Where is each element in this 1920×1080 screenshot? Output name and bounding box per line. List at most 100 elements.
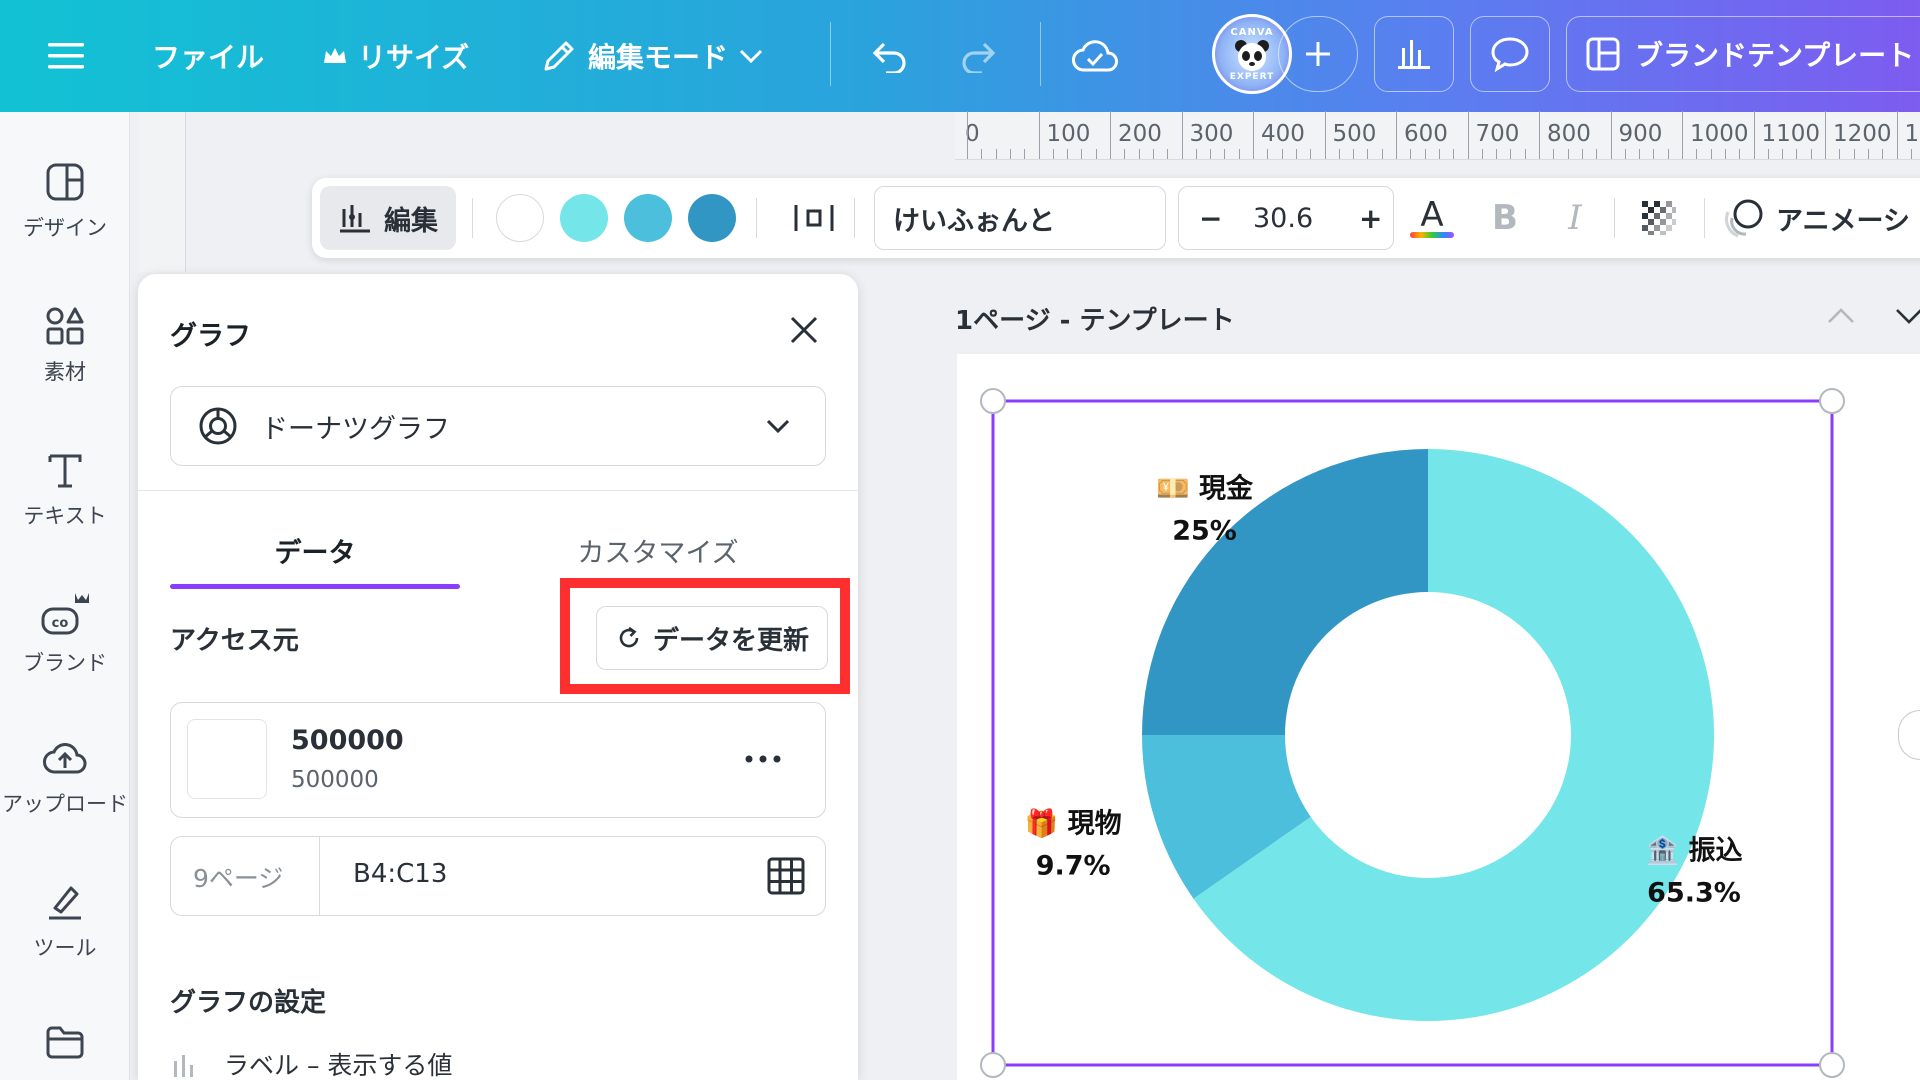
- page-down-button[interactable]: [1894, 306, 1920, 326]
- toolbar-divider: [472, 198, 473, 238]
- font-family-value: けいふぉんと: [893, 205, 1055, 237]
- font-size-value[interactable]: 30.6: [1253, 203, 1313, 234]
- rainbow-color-bar: [1410, 232, 1454, 238]
- comment-button[interactable]: [1470, 16, 1550, 92]
- speech-bubble-icon: [1491, 37, 1529, 72]
- ruler-tick: [1152, 149, 1154, 159]
- ruler-tick: [1839, 149, 1841, 159]
- add-collaborator-button[interactable]: [1278, 16, 1358, 92]
- color-swatch-2[interactable]: [560, 194, 608, 242]
- ruler-tick: [1910, 149, 1912, 159]
- rail-item-tools[interactable]: ツール: [0, 862, 130, 982]
- source-thumbnail: [187, 719, 267, 799]
- more-horizontal-icon: [745, 755, 781, 763]
- resize-button[interactable]: リサイズ: [322, 0, 469, 112]
- edit-mode-label: 編集モード: [588, 41, 729, 74]
- data-source-card[interactable]: 500000 500000: [170, 702, 826, 818]
- resize-handle-top-left[interactable]: [980, 388, 1006, 414]
- chart-type-dropdown[interactable]: ドーナツグラフ: [170, 386, 826, 466]
- ruler-label: 1100: [1761, 121, 1821, 147]
- rail-item-label: テキスト: [23, 504, 107, 528]
- ruler-tick: [1481, 149, 1483, 159]
- ruler-tick: [1324, 111, 1326, 159]
- rail-item-elements[interactable]: 素材: [0, 286, 130, 406]
- ruler-tick: [1724, 149, 1726, 159]
- slice-label: 🎁 現物: [1025, 808, 1122, 840]
- refresh-data-button[interactable]: データを更新: [596, 606, 828, 670]
- chart-edit-icon: [340, 205, 370, 233]
- text-icon: [48, 454, 82, 488]
- table-icon: [767, 857, 805, 895]
- chart-type-value: ドーナツグラフ: [261, 413, 450, 445]
- page-reference: 9ページ: [193, 864, 284, 893]
- active-tab-underline: [170, 584, 460, 589]
- resize-handle-bottom-right[interactable]: [1819, 1052, 1845, 1078]
- edit-chart-button[interactable]: 編集: [320, 186, 456, 250]
- slice-label: 💴 現金: [1156, 473, 1254, 505]
- rail-item-projects[interactable]: [0, 1006, 130, 1080]
- source-more-button[interactable]: [741, 741, 791, 777]
- donut-chart[interactable]: 🏦 振込 65.3% 🎁 現物 9.7% 💴 現金 25%: [957, 354, 1920, 1080]
- font-size-increase-button[interactable]: +: [1359, 202, 1382, 235]
- resize-handle-bottom-left[interactable]: [980, 1052, 1006, 1078]
- bold-button[interactable]: B: [1480, 178, 1530, 258]
- panda-icon: [1235, 39, 1269, 71]
- tab-data-label: データ: [274, 537, 356, 569]
- transparency-button[interactable]: [1634, 178, 1684, 258]
- ruler-tick: [1310, 149, 1312, 159]
- edit-mode-dropdown[interactable]: 編集モード: [540, 0, 764, 112]
- label-setting-text: ラベル – 表示する値: [224, 1051, 453, 1080]
- resize-handle-top-right[interactable]: [1819, 388, 1845, 414]
- toolbar-divider: [1614, 198, 1615, 238]
- file-menu-button[interactable]: ファイル: [152, 0, 264, 112]
- text-color-button[interactable]: A: [1402, 178, 1462, 258]
- ruler-label: 400: [1261, 121, 1305, 147]
- ruler-tick: [1596, 149, 1598, 159]
- cell-range-value: B4:C13: [353, 859, 448, 889]
- slice-value-label: 65.3%: [1647, 878, 1741, 909]
- file-menu-label: ファイル: [152, 41, 265, 74]
- ruler-tick: [1696, 149, 1698, 159]
- ruler-tick: [1867, 149, 1869, 159]
- table-button[interactable]: [767, 857, 807, 897]
- redo-button[interactable]: [960, 0, 1000, 112]
- horizontal-ruler: 0 100 200 300 400 500 600 700 800 900 1000 1100 1200…: [955, 111, 1920, 160]
- animate-button[interactable]: アニメーシ: [1722, 178, 1910, 258]
- spacing-button[interactable]: [784, 178, 844, 258]
- color-swatch-3[interactable]: [624, 194, 672, 242]
- brand-template-button[interactable]: ブランドテンプレート: [1566, 16, 1920, 92]
- color-swatch-4[interactable]: [688, 194, 736, 242]
- page-up-button[interactable]: [1826, 306, 1856, 326]
- rail-item-brand[interactable]: co ブランド: [0, 574, 130, 694]
- label-setting-row[interactable]: ラベル – 表示する値: [170, 1046, 452, 1080]
- font-size-decrease-button[interactable]: −: [1199, 202, 1222, 235]
- folder-icon: [46, 1026, 84, 1059]
- close-panel-button[interactable]: [784, 310, 824, 350]
- rail-item-upload[interactable]: アップロード: [0, 718, 130, 838]
- italic-button[interactable]: I: [1550, 178, 1600, 258]
- top-bar: ファイル リサイズ 編集モード CANVA EXPERT ブランドテンプレート: [0, 0, 1920, 112]
- ruler-label: 700: [1475, 121, 1520, 147]
- insights-button[interactable]: [1374, 16, 1454, 92]
- ruler-tick: [1510, 149, 1512, 159]
- undo-button[interactable]: [868, 0, 908, 112]
- cloud-save-status[interactable]: [1072, 0, 1118, 112]
- rail-item-label: 素材: [44, 360, 86, 384]
- font-family-dropdown[interactable]: けいふぉんと: [874, 186, 1166, 250]
- brand-template-label: ブランドテンプレート: [1635, 39, 1915, 72]
- ruler-tick: [1882, 149, 1884, 159]
- ruler-tick: [1295, 149, 1297, 159]
- transparency-icon: [1642, 201, 1676, 235]
- ruler-tick: [967, 111, 968, 159]
- toolbar-divider: [854, 198, 855, 238]
- italic-glyph: I: [1568, 198, 1582, 238]
- source-label: アクセス元: [170, 626, 299, 656]
- context-toolbar: 編集 けいふぉんと − 30.6 + A B I アニメーシ: [312, 178, 1920, 258]
- tab-data[interactable]: データ: [170, 510, 460, 590]
- menu-button[interactable]: [48, 0, 84, 112]
- data-range-field[interactable]: 9ページ B4:C13: [170, 836, 826, 916]
- ruler-tick: [1024, 149, 1026, 159]
- rail-item-design[interactable]: デザイン: [0, 142, 130, 262]
- color-swatch-1[interactable]: [496, 194, 544, 242]
- rail-item-text[interactable]: テキスト: [0, 430, 130, 550]
